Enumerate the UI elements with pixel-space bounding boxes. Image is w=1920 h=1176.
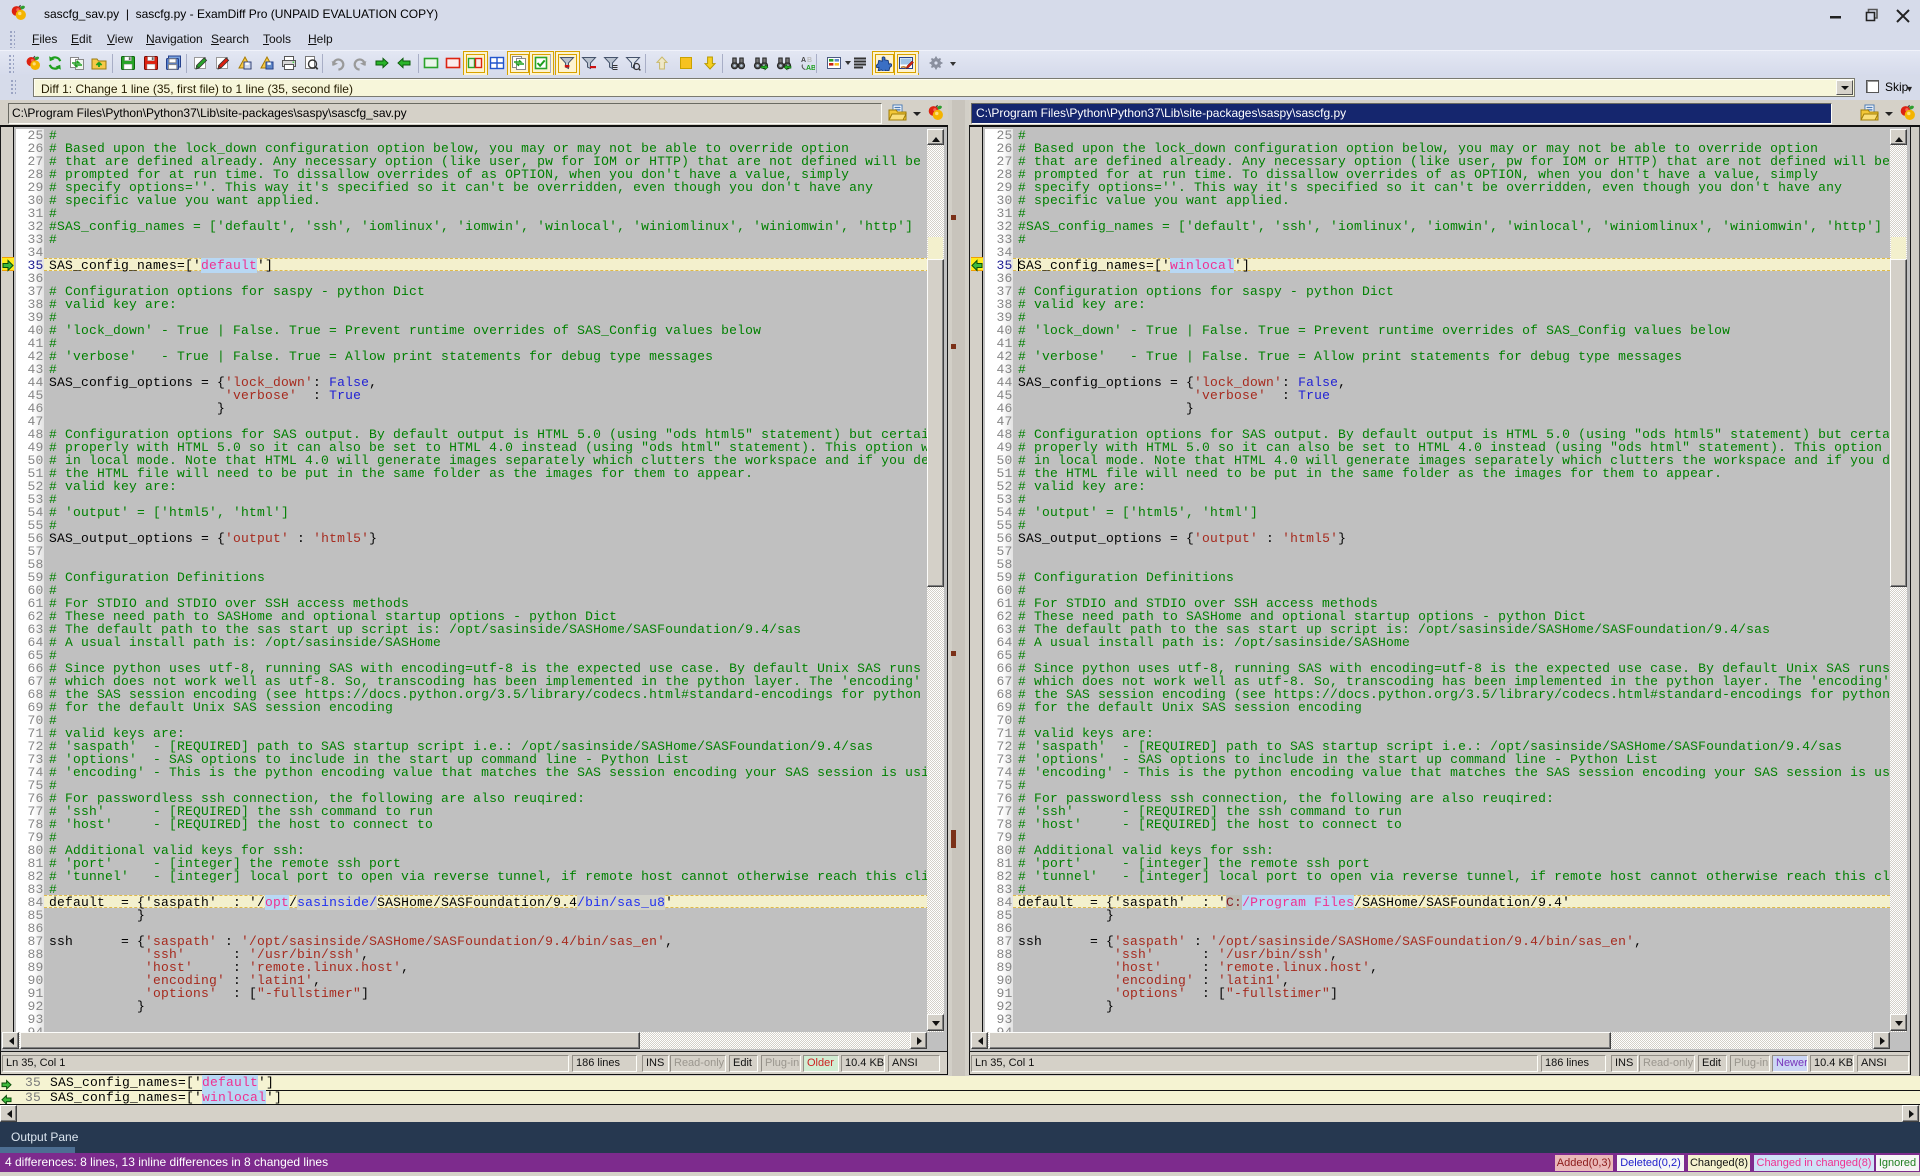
svg-text:AB: AB	[806, 65, 815, 71]
svg-text:A: A	[801, 57, 806, 64]
svg-text:B: B	[807, 57, 812, 64]
